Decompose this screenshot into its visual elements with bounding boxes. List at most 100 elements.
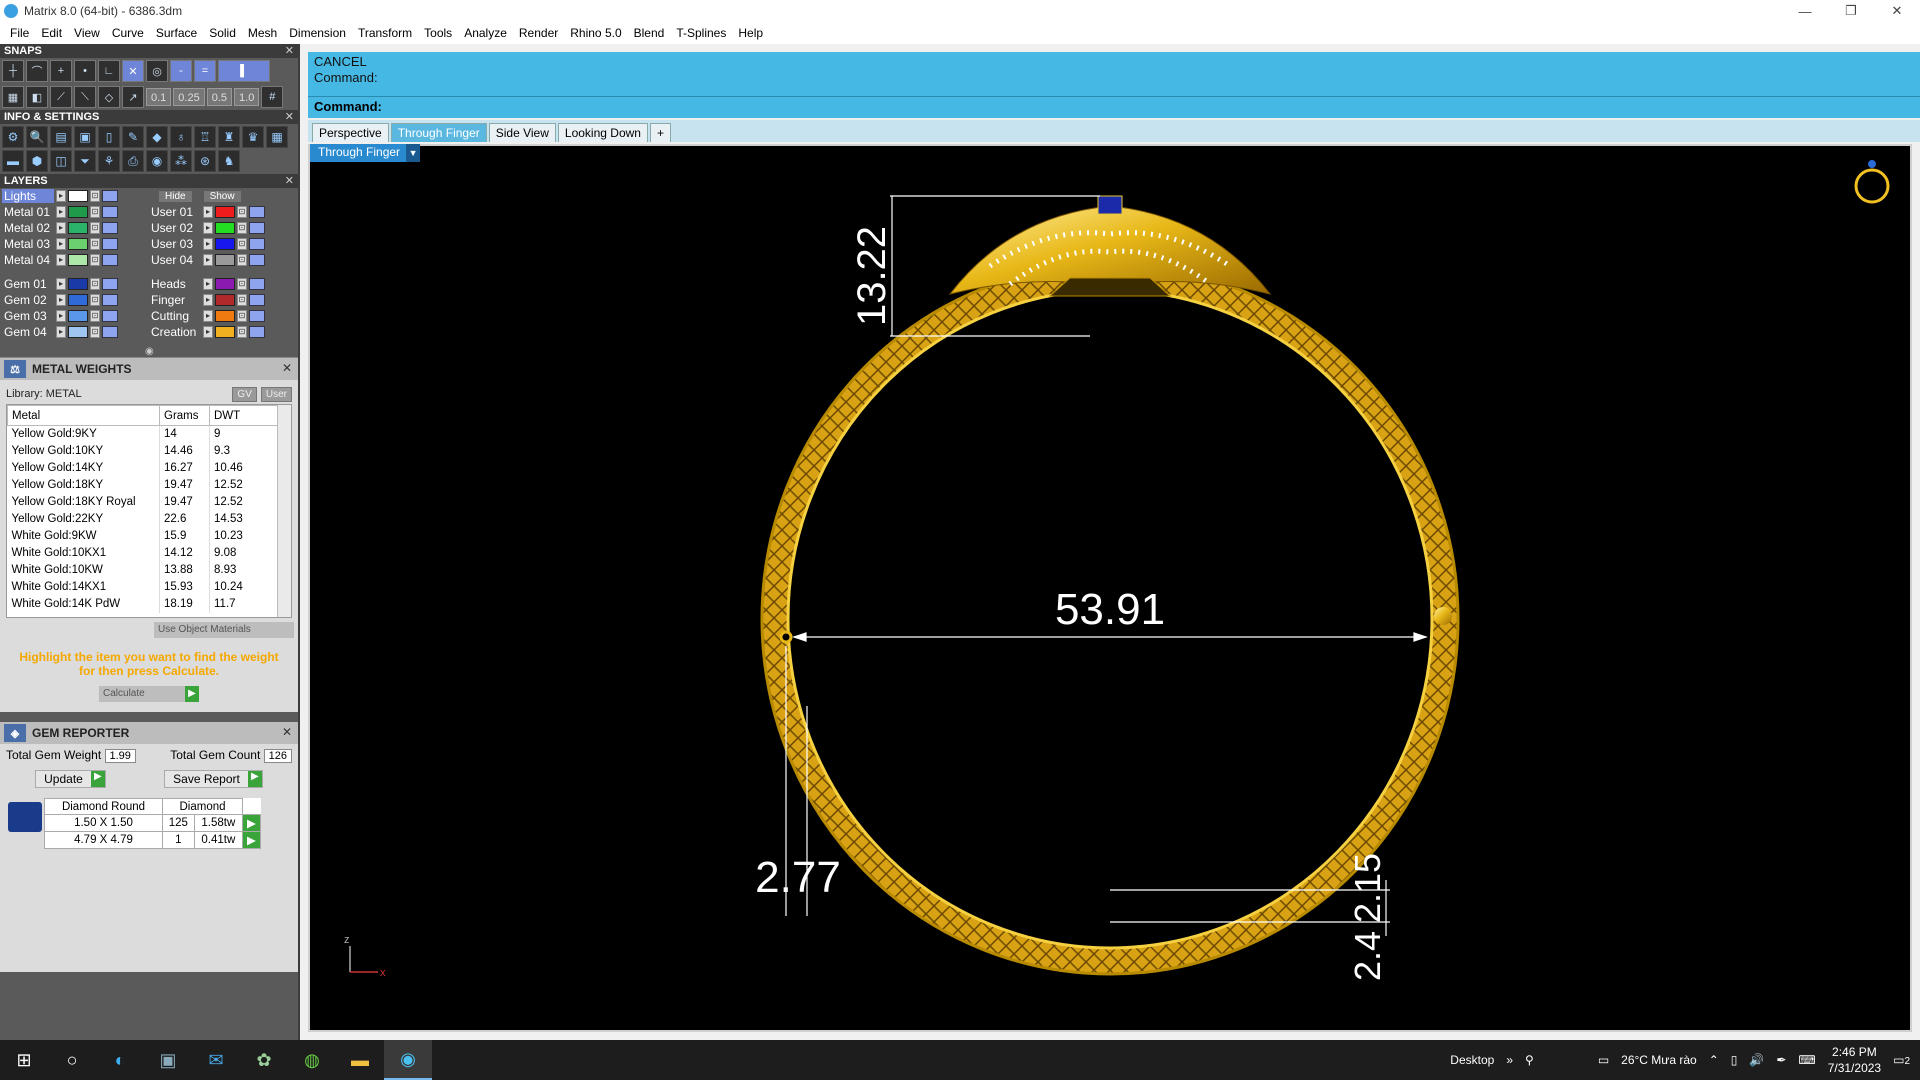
- layer-color-swatch[interactable]: [68, 294, 88, 306]
- hide-all-button[interactable]: Hide: [159, 190, 192, 202]
- tab-side-view[interactable]: Side View: [488, 123, 556, 142]
- layer-color-swatch[interactable]: [68, 238, 88, 250]
- stone-icon[interactable]: ◉: [146, 150, 168, 172]
- menu-render[interactable]: Render: [513, 26, 564, 40]
- layer-color-swatch[interactable]: [68, 310, 88, 322]
- layer-row[interactable]: User 04 ▸ ⊡: [149, 252, 296, 268]
- tab-perspective[interactable]: Perspective: [312, 123, 389, 142]
- close-icon[interactable]: ✕: [285, 110, 294, 124]
- viewport[interactable]: 13.22 53.91 2.77 2.15 2.4 z x: [308, 144, 1912, 1032]
- windows-start-icon[interactable]: ⊞: [0, 1040, 48, 1080]
- gem-row[interactable]: 1.50 X 1.50 125 1.58tw ▶: [44, 814, 261, 832]
- metal-row[interactable]: White Gold:14KX1 15.93 10.24: [7, 578, 291, 596]
- close-icon[interactable]: ✕: [282, 725, 292, 739]
- layer-row[interactable]: User 03 ▸ ⊡: [149, 236, 296, 252]
- layer-color-swatch[interactable]: [215, 238, 235, 250]
- layer-row[interactable]: User 02 ▸ ⊡: [149, 220, 296, 236]
- layer-row[interactable]: Creation ▸ ⊡: [149, 324, 296, 340]
- bezel-icon[interactable]: ⊛: [194, 150, 216, 172]
- layer-row[interactable]: Metal 02 ▸ ⊡: [2, 220, 149, 236]
- cube-icon[interactable]: ⬢: [26, 150, 48, 172]
- layer-color-swatch[interactable]: [215, 326, 235, 338]
- command-input[interactable]: [387, 97, 1920, 116]
- column-header-grams[interactable]: Grams: [159, 405, 210, 426]
- ortho-icon[interactable]: ◧: [26, 86, 48, 108]
- app-icon[interactable]: ✿: [240, 1040, 288, 1080]
- snap-point-icon[interactable]: +: [50, 60, 72, 82]
- menu-file[interactable]: File: [4, 26, 35, 40]
- snap-tan-icon[interactable]: -: [170, 60, 192, 82]
- layer-row[interactable]: Gem 02 ▸ ⊡: [2, 292, 149, 308]
- search-icon[interactable]: ○: [48, 1040, 96, 1080]
- metal-row[interactable]: Yellow Gold:9KY 14 9: [7, 425, 291, 443]
- box-icon[interactable]: ▣: [74, 126, 96, 148]
- layer-row[interactable]: Metal 04 ▸ ⊡: [2, 252, 149, 268]
- pencil-icon[interactable]: ✎: [122, 126, 144, 148]
- layers-icon[interactable]: ▤: [50, 126, 72, 148]
- dimension-diameter[interactable]: 53.91: [1055, 585, 1165, 634]
- edge-icon[interactable]: ◐: [96, 1040, 144, 1080]
- tree-icon[interactable]: ⚘: [98, 150, 120, 172]
- show-all-button[interactable]: Show: [203, 190, 241, 202]
- update-button[interactable]: Update ▶: [35, 770, 106, 788]
- layer-row[interactable]: Heads ▸ ⊡: [149, 276, 296, 292]
- metal-row[interactable]: Yellow Gold:18KY Royal 19.47 12.52: [7, 493, 291, 511]
- layer-color-swatch[interactable]: [215, 310, 235, 322]
- people-icon[interactable]: ⚲: [1525, 1053, 1534, 1067]
- layer-color-swatch[interactable]: [215, 294, 235, 306]
- osnap-icon[interactable]: ⟍: [74, 86, 96, 108]
- layer-color-swatch[interactable]: [68, 222, 88, 234]
- desktop-toolbar[interactable]: Desktop: [1450, 1053, 1494, 1067]
- phone-icon[interactable]: ▯: [98, 126, 120, 148]
- snap-quad-icon[interactable]: =: [194, 60, 216, 82]
- menu-solid[interactable]: Solid: [203, 26, 242, 40]
- green-app-icon[interactable]: ◍: [288, 1040, 336, 1080]
- ring-orientation-icon[interactable]: [1854, 160, 1890, 204]
- save-report-button[interactable]: Save Report ▶: [164, 770, 263, 788]
- layer-row[interactable]: Metal 01 ▸ ⊡: [2, 204, 149, 220]
- menu-tsplines[interactable]: T-Splines: [670, 26, 732, 40]
- weather-text[interactable]: 26°C Mưa rào: [1621, 1053, 1697, 1067]
- metal-row[interactable]: Yellow Gold:14KY 16.27 10.46: [7, 459, 291, 477]
- file-explorer-icon[interactable]: ▬: [336, 1040, 384, 1080]
- menu-analyze[interactable]: Analyze: [458, 26, 513, 40]
- close-icon[interactable]: ✕: [285, 174, 294, 188]
- metal-row[interactable]: White Gold:10KX1 14.12 9.08: [7, 544, 291, 562]
- gem-icon[interactable]: ◆: [146, 126, 168, 148]
- menu-curve[interactable]: Curve: [106, 26, 150, 40]
- menu-view[interactable]: View: [68, 26, 106, 40]
- chevron-up-icon[interactable]: ⌃: [1709, 1053, 1719, 1067]
- snap-mid-icon[interactable]: •: [74, 60, 96, 82]
- gem-row[interactable]: 4.79 X 4.79 1 0.41tw ▶: [44, 831, 261, 849]
- figure-icon[interactable]: ♞: [218, 150, 240, 172]
- dimension-bottom-2[interactable]: 2.4: [1347, 931, 1388, 981]
- tolerance-2[interactable]: 0.25: [173, 88, 205, 106]
- layer-color-swatch[interactable]: [68, 326, 88, 338]
- metal-row[interactable]: White Gold:10KW 13.88 8.93: [7, 561, 291, 579]
- tolerance-4[interactable]: 1.0: [234, 88, 260, 106]
- print-icon[interactable]: ⎙: [122, 150, 144, 172]
- restore-button[interactable]: ❐: [1828, 0, 1874, 22]
- metal-row[interactable]: Yellow Gold:10KY 14.46 9.3: [7, 442, 291, 460]
- calculate-button[interactable]: Calculate ▶: [99, 686, 199, 702]
- metal-row[interactable]: White Gold:14K PdW 18.19 11.7: [7, 595, 291, 613]
- ring-head[interactable]: [948, 195, 1272, 297]
- layer-row[interactable]: Lights ▸ ⊡: [2, 188, 149, 204]
- layer-row[interactable]: Metal 03 ▸ ⊡: [2, 236, 149, 252]
- snap-perp-icon[interactable]: ◎: [146, 60, 168, 82]
- grid-toggle-icon[interactable]: #: [261, 86, 284, 108]
- close-icon[interactable]: ✕: [285, 44, 294, 58]
- filter-icon[interactable]: ⏷: [74, 150, 96, 172]
- layer-color-swatch[interactable]: [215, 254, 235, 266]
- notifications-icon[interactable]: ▭2: [1893, 1053, 1910, 1067]
- menu-surface[interactable]: Surface: [150, 26, 203, 40]
- project-icon[interactable]: ◇: [98, 86, 120, 108]
- volume-icon[interactable]: 🔊: [1749, 1053, 1764, 1067]
- matrix-taskbar-icon[interactable]: ◉: [384, 1040, 432, 1080]
- use-object-materials-button[interactable]: Use Object Materials: [154, 622, 294, 638]
- dimension-height[interactable]: 13.22: [850, 226, 894, 326]
- tolerance-1[interactable]: 0.1: [146, 88, 172, 106]
- pave-icon[interactable]: ⁂: [170, 150, 192, 172]
- menu-mesh[interactable]: Mesh: [242, 26, 283, 40]
- snap-center-icon[interactable]: ∟: [98, 60, 120, 82]
